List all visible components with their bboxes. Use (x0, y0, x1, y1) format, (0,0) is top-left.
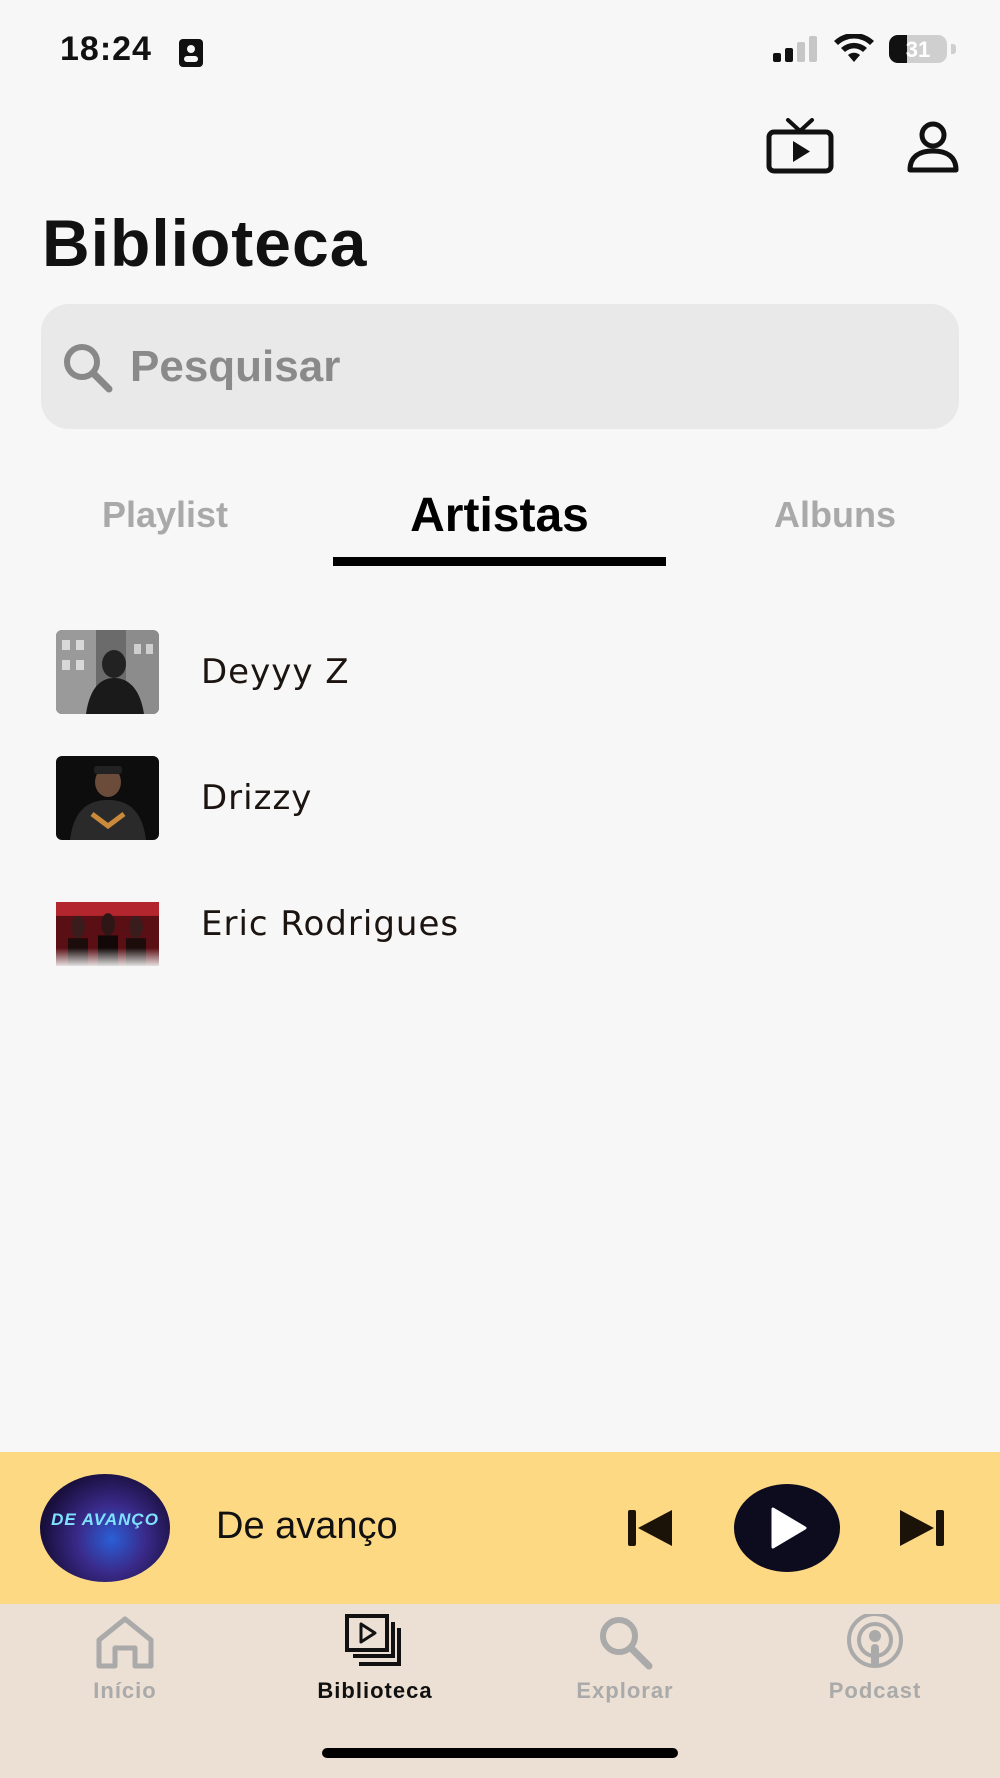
next-track-button[interactable] (896, 1506, 946, 1550)
nav-label: Biblioteca (317, 1678, 433, 1703)
artist-name: Eric Rodrigues (201, 904, 460, 944)
status-time: 18:24 (60, 30, 152, 68)
nav-label: Início (93, 1678, 157, 1703)
artist-row-deyyy-z[interactable]: Deyyy Z (56, 630, 956, 720)
status-indicators: 31 (773, 34, 956, 64)
tab-albuns[interactable]: Albuns (730, 494, 940, 536)
wifi-icon (834, 34, 874, 62)
cover-art-text: DE AVANÇO (51, 1510, 159, 1529)
battery-level: 31 (905, 37, 931, 62)
tab-artistas[interactable]: Artistas (333, 488, 666, 543)
nav-podcast[interactable]: Podcast (775, 1614, 975, 1704)
list-fade (0, 948, 1000, 968)
now-playing-title[interactable]: De avanço (216, 1505, 398, 1548)
artist-thumbnail (56, 756, 159, 840)
page-title: Biblioteca (42, 206, 368, 280)
nav-inicio[interactable]: Início (25, 1614, 225, 1704)
play-icon (771, 1507, 807, 1549)
artist-thumbnail (56, 630, 159, 714)
previous-track-button[interactable] (626, 1506, 676, 1550)
profile-icon[interactable] (906, 120, 960, 174)
podcast-icon (847, 1614, 903, 1668)
battery-icon: 31 (889, 35, 947, 63)
id-card-icon (179, 39, 203, 67)
search-icon (600, 1617, 653, 1670)
active-tab-indicator (333, 557, 666, 566)
search-icon (64, 344, 113, 393)
nav-label: Podcast (828, 1678, 922, 1703)
play-button[interactable] (734, 1484, 840, 1572)
artist-name: Drizzy (201, 778, 313, 818)
library-icon (345, 1614, 401, 1666)
tv-icon[interactable] (766, 118, 834, 174)
home-indicator (322, 1748, 678, 1758)
nav-explorar[interactable]: Explorar (525, 1614, 725, 1704)
artist-name: Deyyy Z (201, 652, 350, 692)
cellular-signal-icon (773, 36, 817, 62)
tab-playlist[interactable]: Playlist (60, 494, 270, 536)
search-input[interactable] (128, 334, 932, 400)
artist-row-drizzy[interactable]: Drizzy (56, 756, 956, 846)
nav-biblioteca[interactable]: Biblioteca (275, 1614, 475, 1704)
home-icon (96, 1616, 154, 1669)
nav-label: Explorar (576, 1678, 674, 1703)
now-playing-cover[interactable]: DE AVANÇO (40, 1474, 170, 1582)
